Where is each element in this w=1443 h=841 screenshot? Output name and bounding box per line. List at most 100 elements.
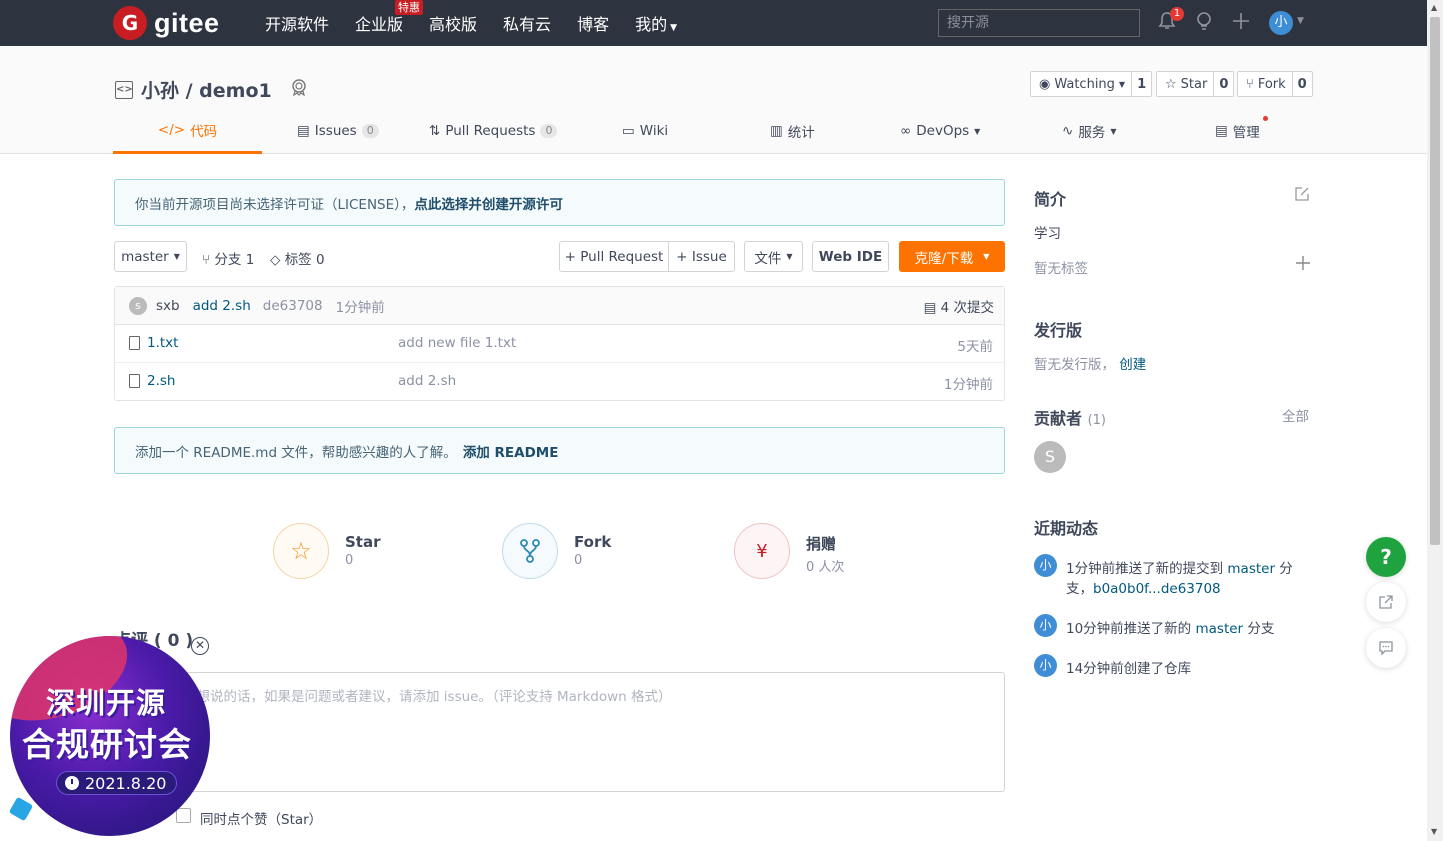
file-name[interactable]: 2.sh xyxy=(147,373,175,389)
help-button[interactable]: ? xyxy=(1366,537,1406,577)
chart-icon: ▥ xyxy=(770,123,783,139)
pull-request-icon: ⇅ xyxy=(429,123,441,139)
tab-devops[interactable]: ∞ DevOps ▼ xyxy=(900,108,980,154)
tab-services[interactable]: ∿ 服务 ▼ xyxy=(1062,108,1116,154)
commit-message[interactable]: add 2.sh xyxy=(193,298,251,314)
commit-author[interactable]: sxb xyxy=(156,298,180,314)
add-tag-icon[interactable] xyxy=(1296,256,1310,274)
feedback-button[interactable] xyxy=(1366,628,1406,668)
nav-mine[interactable]: 我的 ▼ xyxy=(635,11,677,35)
branch-link[interactable]: master xyxy=(1227,561,1275,577)
create-license-link[interactable]: 点此选择并创建开源许可 xyxy=(414,193,563,213)
table-row[interactable]: 2.sh add 2.sh 1分钟前 xyxy=(115,363,1004,401)
chevron-down-icon: ▼ xyxy=(786,252,793,261)
tags-link[interactable]: ◇ 标签 0 xyxy=(270,248,325,268)
star-label: Star xyxy=(1180,76,1208,92)
file-time: 5天前 xyxy=(957,339,993,355)
nav-blog[interactable]: 博客 xyxy=(577,11,609,35)
donate-stat[interactable]: ¥ 捐赠 0 人次 xyxy=(734,523,844,579)
branch-link[interactable]: master xyxy=(1195,621,1243,637)
fork-button[interactable]: ⑂ Fork 0 xyxy=(1237,71,1313,97)
scrollbar[interactable]: ▲ ▼ xyxy=(1427,0,1443,841)
no-tags-text: 暂无标签 xyxy=(1034,261,1088,277)
star-checkbox[interactable] xyxy=(176,808,191,823)
activity-title: 近期动态 xyxy=(1034,519,1099,538)
gitee-logo[interactable]: G gitee xyxy=(113,6,220,40)
new-issue-button[interactable]: + Issue xyxy=(668,241,735,272)
commit-time: 1分钟前 xyxy=(335,299,385,316)
tab-label: 服务 xyxy=(1078,125,1106,141)
avatar[interactable]: S xyxy=(1034,441,1066,473)
promo-date: 2021.8.20 xyxy=(56,771,178,795)
branches-link[interactable]: ⑂ 分支 1 xyxy=(202,248,254,268)
watch-count[interactable]: 1 xyxy=(1132,77,1151,92)
chat-icon xyxy=(1379,641,1393,656)
watch-button[interactable]: ◉ Watching ▼ 1 xyxy=(1030,71,1153,97)
tab-manage[interactable]: ▤ 管理 xyxy=(1215,108,1268,154)
create-release-link[interactable]: 创建 xyxy=(1119,357,1146,373)
repo-name[interactable]: 小孙 / demo1 xyxy=(141,76,272,103)
user-avatar[interactable]: 小 xyxy=(1269,11,1293,35)
nav-private-cloud[interactable]: 私有云 xyxy=(503,11,551,35)
avatar[interactable]: 小 xyxy=(1034,614,1057,637)
tab-label: Wiki xyxy=(639,123,669,139)
commit-range-link[interactable]: b0a0b0f...de63708 xyxy=(1093,581,1221,597)
repo-title: <> 小孙 / demo1 xyxy=(115,76,308,103)
file-icon xyxy=(129,336,140,350)
tab-label: 代码 xyxy=(190,123,218,140)
table-row[interactable]: 1.txt add new file 1.txt 5天前 xyxy=(115,325,1004,363)
commit-count[interactable]: ▤ 4 次提交 xyxy=(924,296,994,316)
add-readme-link[interactable]: 添加 README xyxy=(463,441,559,461)
file-menu-button[interactable]: 文件 ▼ xyxy=(744,241,803,272)
file-name[interactable]: 1.txt xyxy=(147,335,178,351)
issues-count: 0 xyxy=(361,124,379,138)
star-button[interactable]: ☆ Star 0 xyxy=(1156,71,1235,97)
plus-icon[interactable] xyxy=(1232,11,1250,36)
promo-badge[interactable]: 深圳开源 合规研讨会 2021.8.20 xyxy=(10,636,210,836)
fork-stat-label: Fork xyxy=(574,533,612,551)
fork-stat[interactable]: Fork 0 xyxy=(502,523,611,579)
tab-wiki[interactable]: ▭ Wiki xyxy=(622,108,668,154)
avatar[interactable]: 小 xyxy=(1034,554,1057,577)
chevron-down-icon: ▼ xyxy=(173,252,180,261)
file-commit-message[interactable]: add new file 1.txt xyxy=(398,335,516,351)
new-pull-request-button[interactable]: + Pull Request xyxy=(559,241,669,272)
close-icon[interactable]: ✕ xyxy=(191,637,209,655)
avatar[interactable]: 小 xyxy=(1034,654,1057,677)
clone-download-button[interactable]: 克隆/下载 ▼ xyxy=(899,241,1005,272)
file-commit-message[interactable]: add 2.sh xyxy=(398,373,456,389)
commit-hash[interactable]: de63708 xyxy=(263,298,323,314)
chevron-down-icon[interactable]: ▼ xyxy=(1297,16,1304,26)
comment-textarea[interactable] xyxy=(114,672,1005,792)
tab-code[interactable]: </> 代码 xyxy=(113,108,262,154)
avatar[interactable]: s xyxy=(129,296,147,315)
search-input[interactable] xyxy=(938,9,1140,37)
star-count[interactable]: 0 xyxy=(1214,77,1233,92)
tab-issues[interactable]: ▤ Issues 0 xyxy=(297,108,379,154)
edit-icon[interactable] xyxy=(1295,186,1310,205)
activity-text: 10分钟前推送了新的 master 分支 xyxy=(1066,617,1274,637)
tab-pull-requests[interactable]: ⇅ Pull Requests 0 xyxy=(429,108,558,154)
activity-text: 支，b0a0b0f...de63708 xyxy=(1066,577,1221,597)
all-contributors-link[interactable]: 全部 xyxy=(1282,405,1309,425)
web-ide-button[interactable]: Web IDE xyxy=(812,241,889,272)
nav-education[interactable]: 高校版 xyxy=(429,11,477,35)
release-info: 暂无发行版， 创建 xyxy=(1034,353,1146,373)
tab-stats[interactable]: ▥ 统计 xyxy=(770,108,815,154)
activity-text-part: 1分钟前推送了新的提交到 xyxy=(1066,561,1228,577)
share-button[interactable] xyxy=(1366,582,1406,622)
fork-count[interactable]: 0 xyxy=(1293,77,1312,92)
nav-enterprise[interactable]: 企业版 特惠 xyxy=(355,0,424,35)
scroll-down-icon[interactable]: ▼ xyxy=(1431,827,1437,836)
scroll-thumb[interactable] xyxy=(1430,17,1440,545)
star-checkbox-label[interactable]: 同时点个赞（Star） xyxy=(200,808,322,828)
chevron-down-icon: ▼ xyxy=(983,252,990,261)
nav-open-source[interactable]: 开源软件 xyxy=(265,11,329,35)
certificate-icon[interactable] xyxy=(290,78,308,101)
branch-select[interactable]: master ▼ xyxy=(114,241,187,272)
lightbulb-icon[interactable] xyxy=(1195,11,1213,36)
contributors-count: (1) xyxy=(1087,413,1107,428)
donate-stat-text: 捐赠 0 人次 xyxy=(806,533,844,575)
scroll-up-icon[interactable]: ▲ xyxy=(1431,3,1437,12)
star-stat[interactable]: ☆ Star 0 xyxy=(273,523,381,579)
